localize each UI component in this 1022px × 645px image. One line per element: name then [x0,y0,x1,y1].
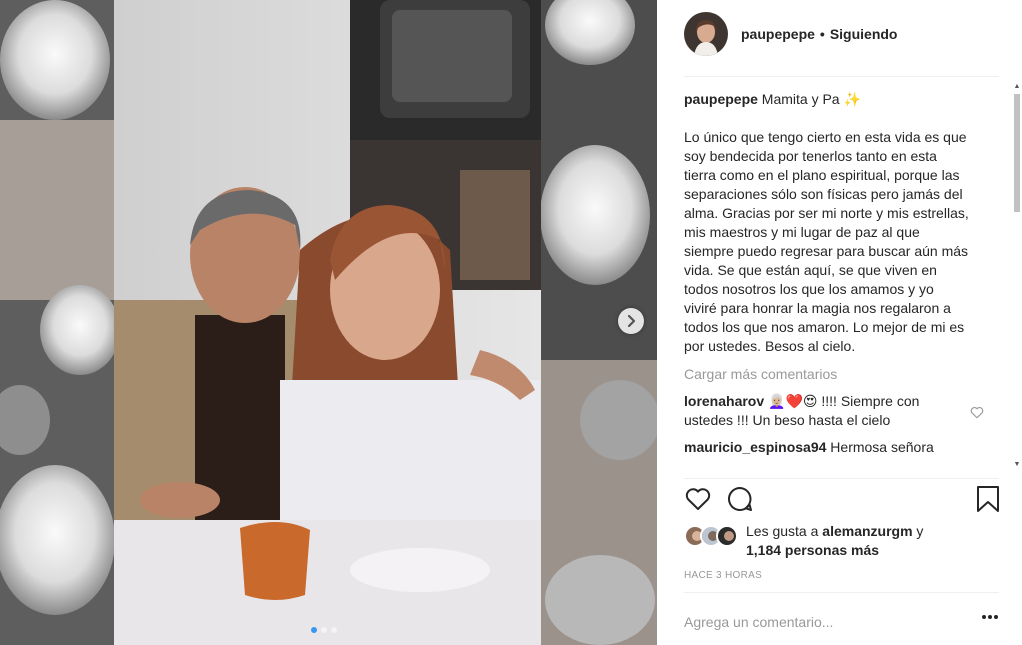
comments-list[interactable]: paupepepe Mamita y Pa ✨ Lo único que ten… [684,90,1004,474]
following-button[interactable]: Siguiendo [830,26,898,42]
post-photo [0,0,657,645]
next-photo-button[interactable] [618,308,644,334]
divider [684,592,999,593]
more-options-icon[interactable] [981,614,999,620]
comments-scrollbar[interactable]: ▲ ▼ [1012,80,1022,474]
comment-item: lorenaharov 👩🏼‍🦳❤️😍 !!!! Siempre con ust… [684,392,984,430]
liker-avatars[interactable] [684,522,744,548]
comment-like-icon[interactable] [970,406,984,419]
action-bar [684,485,1004,515]
separator: • [819,26,825,42]
post-timestamp[interactable]: Hace 3 horas [684,570,762,581]
post-header: paupepepe • Siguiendo [684,11,998,57]
comment-bubble-icon[interactable] [726,485,754,513]
post-media[interactable] [0,0,657,645]
scrollbar-thumb[interactable] [1014,94,1020,212]
likes-section: Les gusta a alemanzurgm y 1,184 personas… [684,522,923,560]
scroll-down-arrow-icon[interactable]: ▼ [1012,460,1022,470]
bookmark-icon[interactable] [976,485,1000,513]
post-panel: paupepepe • Siguiendo paupepepe Mamita y… [657,0,1022,645]
load-more-comments-button[interactable]: Cargar más comentarios [684,365,1004,384]
comment-input[interactable] [684,614,964,630]
avatar[interactable] [684,12,728,56]
comment-username[interactable]: mauricio_espinosa94 [684,439,826,455]
likes-conj: y [916,523,924,539]
caption-header: paupepepe Mamita y Pa ✨ [684,90,1004,109]
carousel-dot [331,627,337,633]
liker-username[interactable]: alemanzurgm [822,523,912,539]
caption-username[interactable]: paupepepe [684,91,758,107]
username-link[interactable]: paupepepe [741,26,815,42]
comment-item: mauricio_espinosa94 Hermosa señora [684,438,984,457]
likes-count-button[interactable]: 1,184 personas más [746,542,879,558]
add-comment-form [684,610,999,634]
carousel-dot [311,627,317,633]
chevron-right-icon [627,314,636,328]
heart-icon[interactable] [684,485,712,513]
carousel-indicator [311,627,337,633]
likes-text: Les gusta a alemanzurgm y 1,184 personas… [746,522,923,560]
likes-prefix: Les gusta a [746,523,819,539]
carousel-dot [321,627,327,633]
avatar-image [684,12,728,56]
divider [684,478,999,479]
liker-avatar [716,525,738,547]
comment-username[interactable]: lorenaharov [684,393,764,409]
caption-title: Mamita y Pa ✨ [761,91,861,107]
caption-body: Lo único que tengo cierto en esta vida e… [684,129,969,354]
comment-text: Hermosa señora [830,439,934,455]
scroll-up-arrow-icon[interactable]: ▲ [1012,82,1022,92]
divider [684,76,999,77]
